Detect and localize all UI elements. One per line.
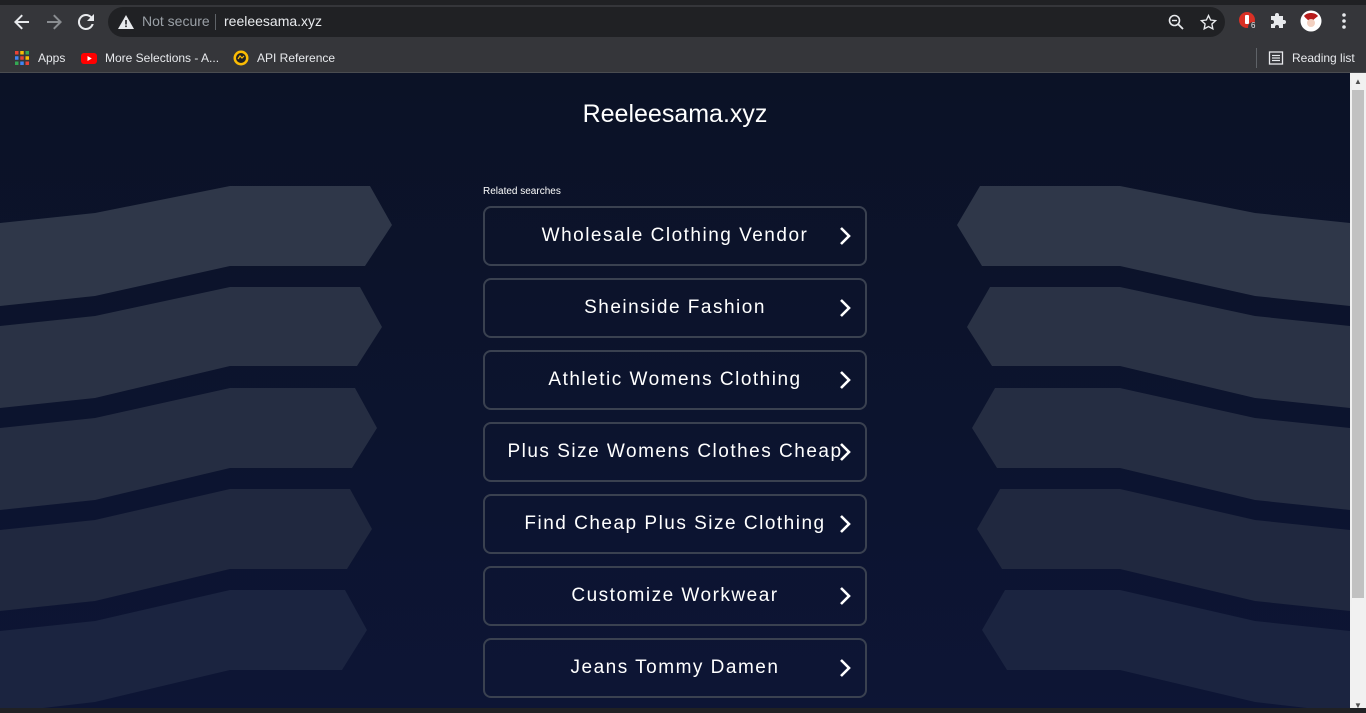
warning-icon bbox=[118, 15, 134, 29]
chevron-right-icon bbox=[840, 371, 851, 389]
search-link-jeans-tommy-damen[interactable]: Jeans Tommy Damen bbox=[483, 638, 867, 698]
window-bottom-edge bbox=[0, 708, 1366, 713]
url-text[interactable]: reeleesama.xyz bbox=[224, 13, 322, 29]
shield-extension-icon bbox=[1239, 12, 1258, 32]
security-label: Not secure bbox=[142, 13, 210, 29]
address-bar[interactable]: Not secure reeleesama.xyz bbox=[108, 7, 1225, 37]
extension-badge-button[interactable]: 6 bbox=[1237, 10, 1259, 32]
zoom-button[interactable] bbox=[1166, 12, 1186, 32]
chevron-right-icon bbox=[840, 299, 851, 317]
chevron-right-icon bbox=[840, 587, 851, 605]
reload-button[interactable] bbox=[73, 9, 99, 35]
reading-list-button[interactable]: Reading list bbox=[1268, 47, 1355, 69]
search-link-plus-size-womens-clothes-cheap[interactable]: Plus Size Womens Clothes Cheap bbox=[483, 422, 867, 482]
reload-icon bbox=[77, 13, 94, 30]
back-button[interactable] bbox=[9, 9, 35, 35]
search-link-athletic-womens-clothing[interactable]: Athletic Womens Clothing bbox=[483, 350, 867, 410]
browser-menu-button[interactable] bbox=[1333, 10, 1355, 32]
search-link-label: Plus Size Womens Clothes Cheap bbox=[507, 441, 843, 462]
chevron-right-icon bbox=[840, 515, 851, 533]
back-arrow-icon bbox=[14, 14, 29, 30]
search-link-label: Jeans Tommy Damen bbox=[570, 657, 780, 678]
search-link-label: Customize Workwear bbox=[571, 585, 779, 606]
forward-button[interactable] bbox=[41, 9, 67, 35]
bookmark-star-button[interactable] bbox=[1198, 12, 1218, 32]
search-link-customize-workwear[interactable]: Customize Workwear bbox=[483, 566, 867, 626]
scroll-up-arrow-icon[interactable]: ▲ bbox=[1350, 73, 1366, 89]
kebab-menu-icon bbox=[1342, 13, 1346, 29]
search-link-find-cheap-plus-size-clothing[interactable]: Find Cheap Plus Size Clothing bbox=[483, 494, 867, 554]
chevron-right-icon bbox=[840, 659, 851, 677]
vertical-scrollbar[interactable]: ▲ ▼ bbox=[1350, 73, 1366, 713]
chevron-right-icon bbox=[840, 443, 851, 461]
profile-avatar[interactable] bbox=[1300, 10, 1322, 32]
avatar-icon bbox=[1300, 10, 1322, 32]
bookmark-apps[interactable]: Apps bbox=[14, 47, 65, 69]
related-searches-list: Wholesale Clothing Vendor Sheinside Fash… bbox=[483, 206, 867, 710]
bookmark-more-selections[interactable]: More Selections - A... bbox=[81, 47, 219, 69]
api-reference-icon bbox=[233, 50, 249, 66]
search-link-label: Sheinside Fashion bbox=[584, 297, 766, 318]
reading-list-icon bbox=[1268, 51, 1284, 65]
puzzle-icon bbox=[1271, 13, 1286, 28]
scrollbar-thumb[interactable] bbox=[1352, 90, 1364, 598]
omnibox-divider bbox=[215, 14, 216, 30]
site-title: Reeleesama.xyz bbox=[582, 100, 768, 128]
search-link-label: Athletic Womens Clothing bbox=[548, 369, 802, 390]
chevron-right-icon bbox=[840, 227, 851, 245]
search-link-label: Find Cheap Plus Size Clothing bbox=[524, 513, 826, 534]
search-link-sheinside-fashion[interactable]: Sheinside Fashion bbox=[483, 278, 867, 338]
youtube-icon bbox=[81, 53, 97, 64]
bookmarks-divider bbox=[1256, 48, 1257, 68]
bookmark-api-reference[interactable]: API Reference bbox=[233, 47, 335, 69]
related-searches-label: Related searches bbox=[483, 186, 561, 197]
bookmark-label: More Selections - A... bbox=[105, 51, 220, 65]
reading-list-label: Reading list bbox=[1292, 51, 1355, 65]
extension-badge-count: 6 bbox=[1251, 21, 1256, 30]
apps-grid-icon bbox=[15, 51, 29, 65]
bookmarks-bar: Apps More Selections - A... API Referenc… bbox=[0, 44, 1366, 73]
bookmark-label: Apps bbox=[38, 51, 66, 65]
search-link-wholesale-clothing-vendor[interactable]: Wholesale Clothing Vendor bbox=[483, 206, 867, 266]
star-icon bbox=[1199, 13, 1217, 30]
search-link-label: Wholesale Clothing Vendor bbox=[541, 225, 809, 246]
bookmark-label: API Reference bbox=[257, 51, 336, 65]
forward-arrow-icon bbox=[47, 14, 62, 30]
extensions-button[interactable] bbox=[1268, 10, 1290, 32]
page-viewport: Reeleesama.xyz Related searches Wholesal… bbox=[0, 73, 1350, 713]
browser-toolbar: Not secure reeleesama.xyz 6 bbox=[0, 5, 1366, 44]
zoom-icon bbox=[1168, 14, 1184, 30]
